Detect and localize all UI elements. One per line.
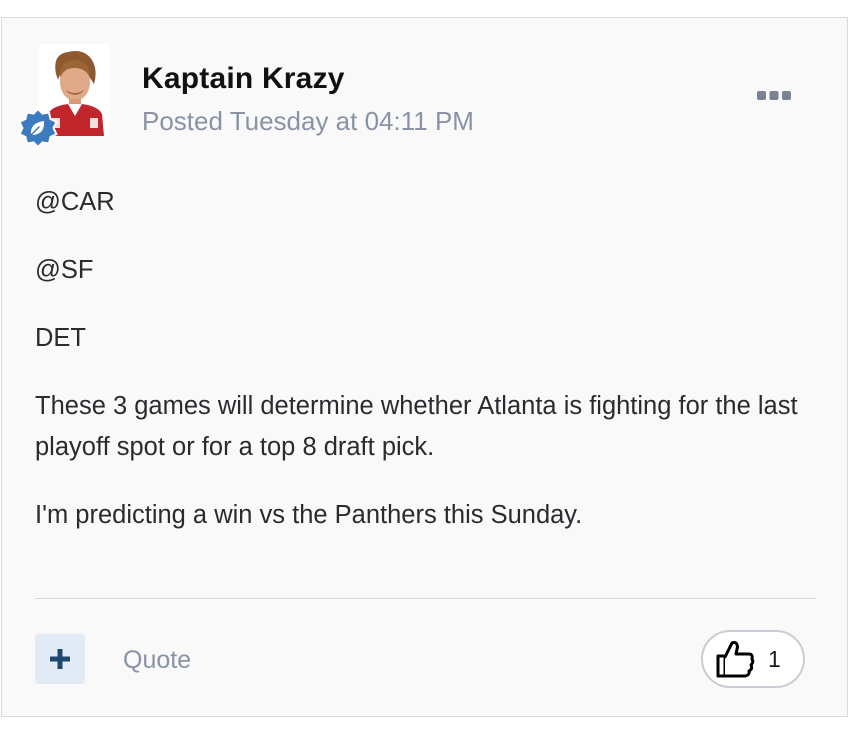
author-name[interactable]: Kaptain Krazy: [142, 62, 345, 96]
like-button[interactable]: 1: [701, 630, 805, 688]
post-paragraph: These 3 games will determine whether Atl…: [35, 392, 798, 461]
plus-icon: [50, 649, 70, 669]
post-paragraph: @SF: [35, 256, 94, 284]
author-avatar-area[interactable]: [18, 40, 114, 150]
footer-divider: [35, 598, 816, 599]
post-paragraph: DET: [35, 324, 86, 352]
thumbs-up-icon: [716, 641, 755, 678]
post-paragraph: @CAR: [35, 188, 115, 216]
quote-button[interactable]: Quote: [123, 646, 191, 675]
leaf-badge-icon: [18, 107, 58, 149]
more-options-icon[interactable]: [756, 88, 792, 104]
post-content: @CAR @SF DET These 3 games will determin…: [35, 182, 815, 563]
add-button[interactable]: [35, 634, 85, 684]
post-timestamp[interactable]: Posted Tuesday at 04:11 PM: [142, 106, 474, 137]
like-count: 1: [768, 646, 781, 672]
post-paragraph: I'm predicting a win vs the Panthers thi…: [35, 501, 583, 529]
